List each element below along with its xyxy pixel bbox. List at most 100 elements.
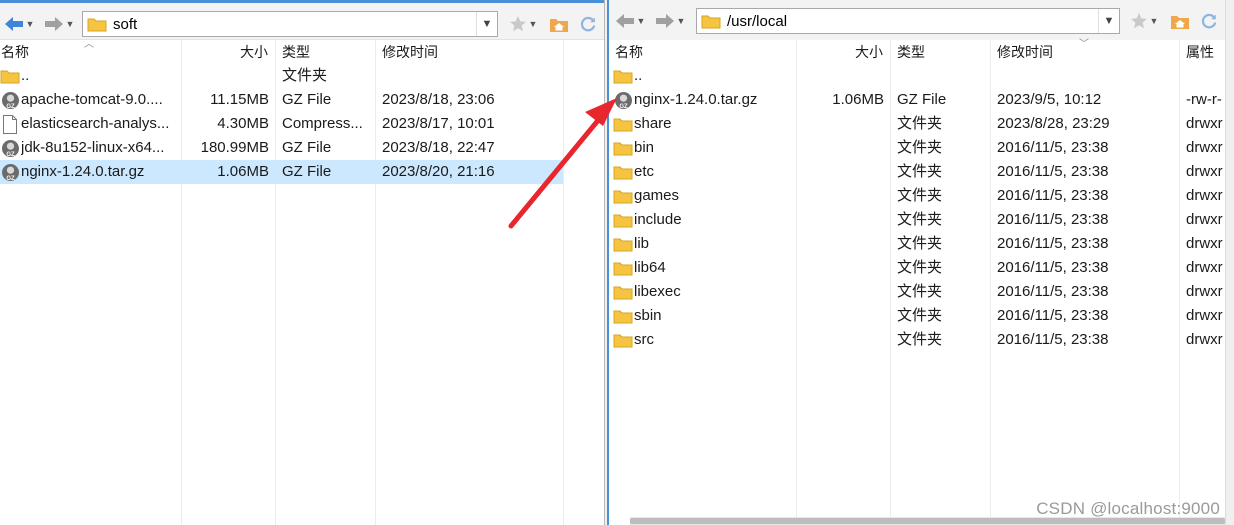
file-name: games bbox=[634, 187, 680, 204]
file-size-cell bbox=[796, 136, 890, 160]
file-row[interactable]: etc 文件夹 2016/11/5, 23:38 drwxr bbox=[609, 160, 1225, 184]
file-attributes-cell: drwxr bbox=[1186, 115, 1223, 132]
file-row[interactable]: GZ jdk-8u152-linux-x64... 180.99MB GZ File 2… bbox=[0, 136, 563, 160]
file-name: lib bbox=[634, 235, 650, 252]
forward-button[interactable]: ▼ bbox=[42, 12, 76, 36]
svg-text:GZ: GZ bbox=[619, 104, 628, 110]
path-input-left[interactable]: soft ▼ bbox=[82, 11, 498, 37]
file-modified-cell: 2016/11/5, 23:38 bbox=[997, 235, 1109, 252]
left-file-pane[interactable]: ▼ ▼ soft ▼ ▼ 名称 ︿ 大小 类型 修改时间 .. 文件夹 GZ apach… bbox=[0, 0, 604, 525]
file-name: .. bbox=[21, 67, 30, 84]
file-name-cell: GZ jdk-8u152-linux-x64... bbox=[0, 136, 181, 160]
folder-icon bbox=[613, 330, 633, 350]
file-row[interactable]: include 文件夹 2016/11/5, 23:38 drwxr bbox=[609, 208, 1225, 232]
file-type-cell: GZ File bbox=[282, 139, 332, 156]
file-row[interactable]: lib 文件夹 2016/11/5, 23:38 drwxr bbox=[609, 232, 1225, 256]
file-size-cell bbox=[796, 304, 890, 328]
file-modified-cell: 2016/11/5, 23:38 bbox=[997, 283, 1109, 300]
file-name-cell: include bbox=[613, 208, 796, 232]
document-icon bbox=[0, 114, 20, 134]
file-size-cell: 11.15MB bbox=[210, 91, 269, 108]
chevron-down-icon[interactable]: ▼ bbox=[476, 12, 497, 36]
favorites-button[interactable]: ▼ bbox=[504, 12, 542, 36]
file-row[interactable]: lib64 文件夹 2016/11/5, 23:38 drwxr bbox=[609, 256, 1225, 280]
file-modified-cell: 2023/8/18, 22:47 bbox=[382, 139, 495, 156]
column-header-type[interactable]: 类型 bbox=[891, 40, 989, 64]
file-name-cell: bin bbox=[613, 136, 796, 160]
file-name: jdk-8u152-linux-x64... bbox=[21, 139, 165, 156]
column-header-name[interactable]: 名称 bbox=[609, 40, 795, 64]
home-button[interactable] bbox=[546, 12, 572, 36]
column-header-attributes[interactable]: 属性 bbox=[1180, 40, 1225, 64]
refresh-button[interactable] bbox=[576, 12, 600, 36]
file-row[interactable]: sbin 文件夹 2016/11/5, 23:38 drwxr bbox=[609, 304, 1225, 328]
right-file-list: .. GZ nginx-1.24.0.tar.gz 1.06MB GZ File 2023… bbox=[609, 64, 1225, 525]
file-row[interactable]: src 文件夹 2016/11/5, 23:38 drwxr bbox=[609, 328, 1225, 352]
column-header-name[interactable]: 名称 ︿ bbox=[0, 39, 180, 64]
file-attributes-cell: drwxr bbox=[1186, 307, 1223, 324]
forward-arrow-icon bbox=[655, 14, 674, 28]
file-row[interactable]: .. 文件夹 bbox=[0, 64, 563, 88]
file-type-cell: 文件夹 bbox=[897, 139, 943, 156]
file-size-cell bbox=[796, 256, 890, 280]
file-size-cell: 180.99MB bbox=[200, 139, 269, 156]
file-modified-cell: 2016/11/5, 23:38 bbox=[997, 211, 1109, 228]
refresh-button[interactable] bbox=[1197, 9, 1221, 33]
file-size-cell bbox=[181, 64, 275, 88]
file-attributes-cell: drwxr bbox=[1186, 235, 1223, 252]
favorites-button[interactable]: ▼ bbox=[1125, 9, 1163, 33]
gz-file-icon: GZ bbox=[0, 90, 20, 110]
left-column-header: 名称 ︿ 大小 类型 修改时间 bbox=[0, 39, 604, 64]
file-attributes-cell: drwxr bbox=[1186, 211, 1223, 228]
folder-icon bbox=[87, 18, 107, 32]
refresh-icon bbox=[580, 16, 596, 32]
column-header-type[interactable]: 类型 bbox=[276, 40, 374, 64]
file-attributes-cell: drwxr bbox=[1186, 139, 1223, 156]
column-header-size[interactable]: 大小 bbox=[180, 40, 274, 64]
right-toolbar: ▼ ▼ /usr/local ▼ ▼ bbox=[609, 0, 1225, 41]
right-file-pane[interactable]: ▼ ▼ /usr/local ▼ ▼ 名称 大小 类型 修改时间 ﹀ 属性 .. G bbox=[609, 0, 1225, 525]
file-name: nginx-1.24.0.tar.gz bbox=[634, 91, 758, 108]
file-modified-cell: 2016/11/5, 23:38 bbox=[997, 259, 1109, 276]
favorite-star-icon bbox=[1130, 13, 1147, 29]
file-modified-cell: 2023/9/5, 10:12 bbox=[997, 91, 1102, 108]
file-modified-cell: 2023/8/28, 23:29 bbox=[997, 115, 1110, 132]
file-type-cell bbox=[891, 64, 990, 88]
file-row[interactable]: .. bbox=[609, 64, 1225, 88]
chevron-down-icon: ▼ bbox=[65, 19, 75, 29]
file-row[interactable]: share 文件夹 2023/8/28, 23:29 drwxr bbox=[609, 112, 1225, 136]
column-header-modified[interactable]: 修改时间 bbox=[376, 40, 556, 64]
column-header-size[interactable]: 大小 bbox=[796, 40, 889, 64]
back-arrow-icon bbox=[4, 17, 23, 31]
file-row[interactable]: GZ nginx-1.24.0.tar.gz 1.06MB GZ File 2023/8… bbox=[0, 160, 563, 184]
file-type-cell: GZ File bbox=[282, 91, 332, 108]
file-type-cell: GZ File bbox=[897, 91, 947, 108]
file-name-cell: sbin bbox=[613, 304, 796, 328]
file-row[interactable]: libexec 文件夹 2016/11/5, 23:38 drwxr bbox=[609, 280, 1225, 304]
column-header-modified[interactable]: 修改时间 ﹀ bbox=[991, 39, 1179, 64]
file-row[interactable]: elasticsearch-analys... 4.30MB Compress...… bbox=[0, 112, 563, 136]
file-name-cell: lib64 bbox=[613, 256, 796, 280]
file-row[interactable]: bin 文件夹 2016/11/5, 23:38 drwxr bbox=[609, 136, 1225, 160]
back-button[interactable]: ▼ bbox=[2, 12, 36, 36]
folder-icon bbox=[613, 138, 633, 158]
chevron-down-icon[interactable]: ▼ bbox=[1098, 9, 1119, 33]
svg-text:GZ: GZ bbox=[6, 104, 15, 110]
forward-button[interactable]: ▼ bbox=[653, 9, 687, 33]
folder-icon bbox=[613, 258, 633, 278]
folder-icon bbox=[613, 162, 633, 182]
left-file-list: .. 文件夹 GZ apache-tomcat-9.0.... 11.15MB GZ Fi… bbox=[0, 64, 604, 525]
file-name: etc bbox=[634, 163, 655, 180]
file-row[interactable]: GZ apache-tomcat-9.0.... 11.15MB GZ File 202… bbox=[0, 88, 563, 112]
file-row[interactable]: games 文件夹 2016/11/5, 23:38 drwxr bbox=[609, 184, 1225, 208]
file-name-cell: src bbox=[613, 328, 796, 352]
folder-icon bbox=[613, 114, 633, 134]
path-input-right[interactable]: /usr/local ▼ bbox=[696, 8, 1120, 34]
file-size-cell bbox=[796, 208, 890, 232]
home-button[interactable] bbox=[1167, 9, 1193, 33]
file-row[interactable]: GZ nginx-1.24.0.tar.gz 1.06MB GZ File 2023/9… bbox=[609, 88, 1225, 112]
file-attributes-cell: drwxr bbox=[1186, 259, 1223, 276]
back-button[interactable]: ▼ bbox=[613, 9, 647, 33]
gz-file-icon: GZ bbox=[613, 90, 633, 110]
file-modified-cell: 2023/8/17, 10:01 bbox=[382, 115, 495, 132]
